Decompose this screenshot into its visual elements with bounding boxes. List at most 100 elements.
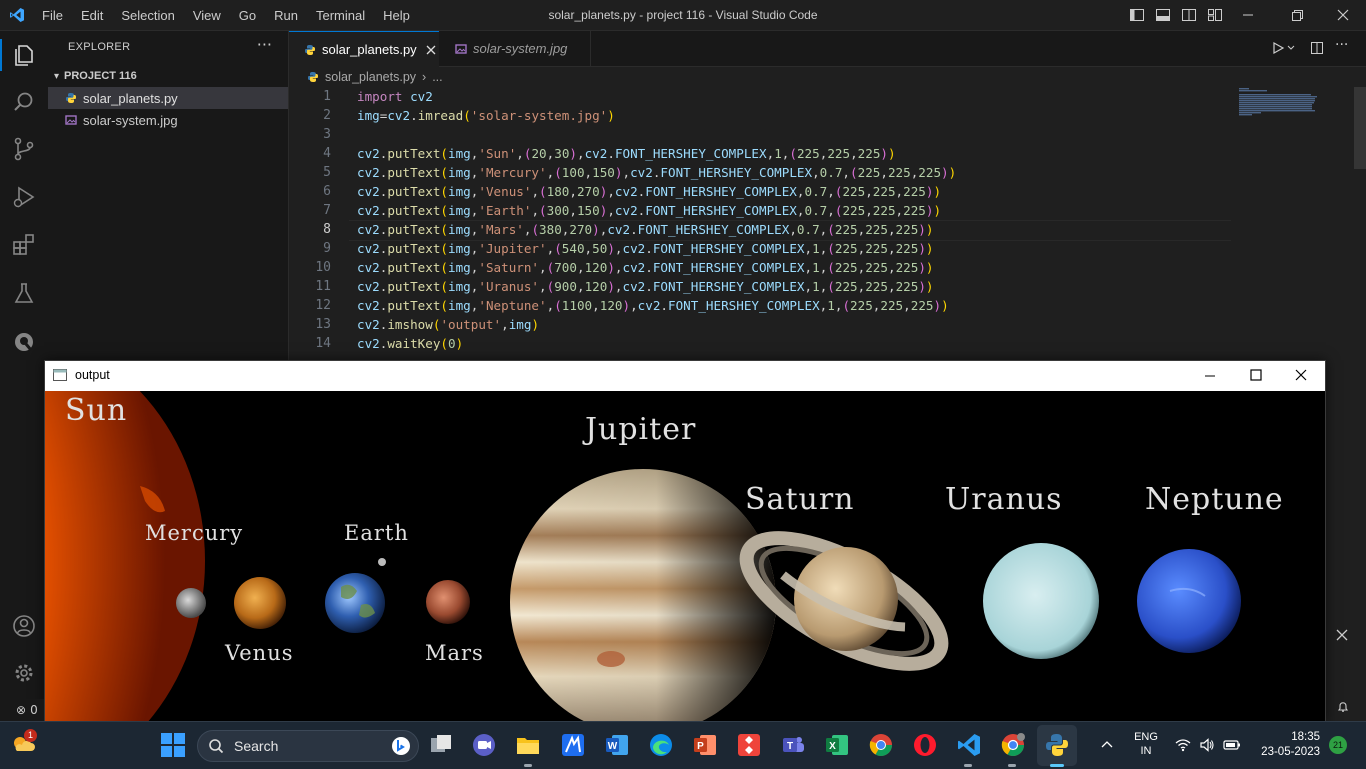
menu-selection[interactable]: Selection — [121, 8, 174, 23]
teams-icon[interactable]: T — [780, 732, 806, 758]
code-line[interactable]: cv2.putText(img,'Venus',(180,270),cv2.FO… — [357, 182, 941, 201]
tab-solar-planets[interactable]: solar_planets.py — [289, 31, 439, 67]
code-line[interactable]: import cv2 — [357, 87, 433, 106]
code-line[interactable]: cv2.putText(img,'Uranus',(900,120),cv2.F… — [357, 277, 934, 296]
run-file-icon[interactable] — [1271, 41, 1285, 55]
search-icon[interactable] — [10, 88, 38, 116]
python-icon[interactable] — [1044, 732, 1070, 758]
project-folder[interactable]: ▾ PROJECT 116 — [48, 65, 288, 87]
wifi-icon[interactable] — [1175, 737, 1191, 753]
powerpoint-icon[interactable]: P — [692, 732, 718, 758]
source-control-icon[interactable] — [10, 135, 38, 163]
accounts-icon[interactable] — [10, 612, 38, 640]
run-debug-icon[interactable] — [10, 183, 38, 211]
running-indicator — [1008, 764, 1016, 767]
remote-explorer-icon[interactable] — [10, 328, 38, 356]
vscode-icon[interactable] — [956, 732, 982, 758]
extensions-icon[interactable] — [10, 230, 38, 258]
tab-solar-system-jpg[interactable]: solar-system.jpg — [440, 31, 591, 66]
editor-more-icon[interactable]: ··· — [1335, 37, 1348, 53]
breadcrumb-file[interactable]: solar_planets.py — [325, 70, 416, 84]
tab-label: solar_planets.py — [322, 42, 417, 57]
chrome-profile-icon[interactable] — [1000, 732, 1026, 758]
restore-icon[interactable] — [1289, 7, 1305, 23]
code-line[interactable]: cv2.imshow('output',img) — [357, 315, 539, 334]
opera-icon[interactable] — [912, 732, 938, 758]
battery-icon[interactable] — [1223, 738, 1241, 752]
chrome-icon[interactable] — [868, 732, 894, 758]
menu-help[interactable]: Help — [383, 8, 410, 23]
volume-icon[interactable] — [1199, 737, 1215, 753]
label-saturn: Saturn — [745, 482, 855, 517]
file-explorer-icon[interactable] — [515, 732, 541, 758]
taskbar-search[interactable]: Search — [197, 730, 419, 762]
editor-scrollbar[interactable] — [1354, 87, 1366, 169]
menu-view[interactable]: View — [193, 8, 221, 23]
code-line[interactable]: cv2.putText(img,'Saturn',(700,120),cv2.F… — [357, 258, 934, 277]
label-mars: Mars — [425, 641, 484, 665]
line-number: 9 — [323, 241, 331, 256]
bing-icon[interactable] — [391, 736, 411, 756]
minimize-icon[interactable] — [1240, 7, 1256, 23]
close-icon[interactable] — [1294, 368, 1308, 382]
line-number: 10 — [315, 260, 331, 275]
label-venus: Venus — [225, 641, 294, 665]
code-line[interactable]: cv2.putText(img,'Neptune',(1100,120),cv2… — [357, 296, 949, 315]
file-item-solar-planets[interactable]: solar_planets.py — [48, 87, 288, 109]
close-panel-icon[interactable] — [1335, 628, 1349, 642]
split-editor-icon[interactable] — [1310, 41, 1324, 55]
code-line[interactable]: cv2.putText(img,'Mercury',(100,150),cv2.… — [357, 163, 956, 182]
notifications-bell-icon[interactable] — [1336, 700, 1350, 714]
breadcrumb-symbols[interactable]: ... — [432, 70, 442, 84]
notification-badge[interactable]: 21 — [1329, 736, 1347, 754]
svg-text:P: P — [697, 741, 704, 752]
minimize-icon[interactable] — [1203, 369, 1217, 383]
word-icon[interactable]: W — [604, 732, 630, 758]
code-line[interactable]: cv2.putText(img,'Mars',(380,270),cv2.FON… — [357, 220, 933, 239]
more-actions-icon[interactable]: ··· — [257, 35, 272, 54]
code-line[interactable]: img=cv2.imread('solar-system.jpg') — [357, 106, 615, 125]
teams-meet-icon[interactable] — [471, 732, 497, 758]
manage-gear-icon[interactable] — [10, 659, 38, 687]
chevron-up-icon[interactable] — [1100, 738, 1114, 752]
code-line[interactable]: cv2.putText(img,'Sun',(20,30),cv2.FONT_H… — [357, 144, 896, 163]
code-line[interactable]: cv2.putText(img,'Jupiter',(540,50),cv2.F… — [357, 239, 934, 258]
explorer-icon[interactable] — [10, 40, 38, 68]
toggle-sidebar-icon[interactable] — [1129, 7, 1145, 23]
testing-icon[interactable] — [10, 279, 38, 307]
code-line[interactable]: cv2.waitKey(0) — [357, 334, 463, 353]
chevron-down-icon[interactable] — [1287, 44, 1295, 52]
code-line[interactable]: cv2.putText(img,'Earth',(300,150),cv2.FO… — [357, 201, 941, 220]
menu-go[interactable]: Go — [239, 8, 256, 23]
toggle-secondary-sidebar-icon[interactable] — [1181, 7, 1197, 23]
app-icon[interactable] — [560, 732, 586, 758]
code-editor[interactable]: 1 import cv2 2 img=cv2.imread('solar-system… — [289, 87, 1366, 361]
anydesk-icon[interactable] — [736, 732, 762, 758]
activity-bar — [0, 31, 49, 721]
excel-icon[interactable]: X — [824, 732, 850, 758]
close-tab-icon[interactable] — [425, 44, 437, 56]
sidebar-title: EXPLORER — [68, 41, 131, 53]
start-icon[interactable] — [160, 732, 186, 758]
menu-file[interactable]: File — [42, 8, 63, 23]
close-window-icon[interactable] — [1335, 7, 1351, 23]
clock[interactable]: 18:35 23-05-2023 — [1250, 730, 1320, 760]
problems-error-icon[interactable]: ⊗ — [16, 703, 26, 717]
file-item-solar-system-jpg[interactable]: solar-system.jpg — [48, 109, 288, 131]
customize-layout-icon[interactable] — [1207, 7, 1223, 23]
search-label: Search — [234, 738, 279, 754]
language-code: ENG — [1134, 731, 1158, 743]
menu-run[interactable]: Run — [274, 8, 298, 23]
toggle-panel-icon[interactable] — [1155, 7, 1171, 23]
problems-count[interactable]: 0 — [30, 703, 38, 717]
language-indicator[interactable]: ENG IN — [1133, 730, 1159, 758]
menu-terminal[interactable]: Terminal — [316, 8, 365, 23]
windows-taskbar: 1 Search W P T X ENG IN 18:35 23-05-2023… — [0, 721, 1366, 769]
menu-edit[interactable]: Edit — [81, 8, 103, 23]
line-number: 7 — [323, 203, 331, 218]
maximize-icon[interactable] — [1249, 368, 1263, 382]
edge-icon[interactable] — [648, 732, 674, 758]
output-titlebar[interactable]: output — [45, 361, 1325, 391]
minimap[interactable] — [1239, 87, 1319, 117]
task-view-icon[interactable] — [428, 732, 454, 758]
